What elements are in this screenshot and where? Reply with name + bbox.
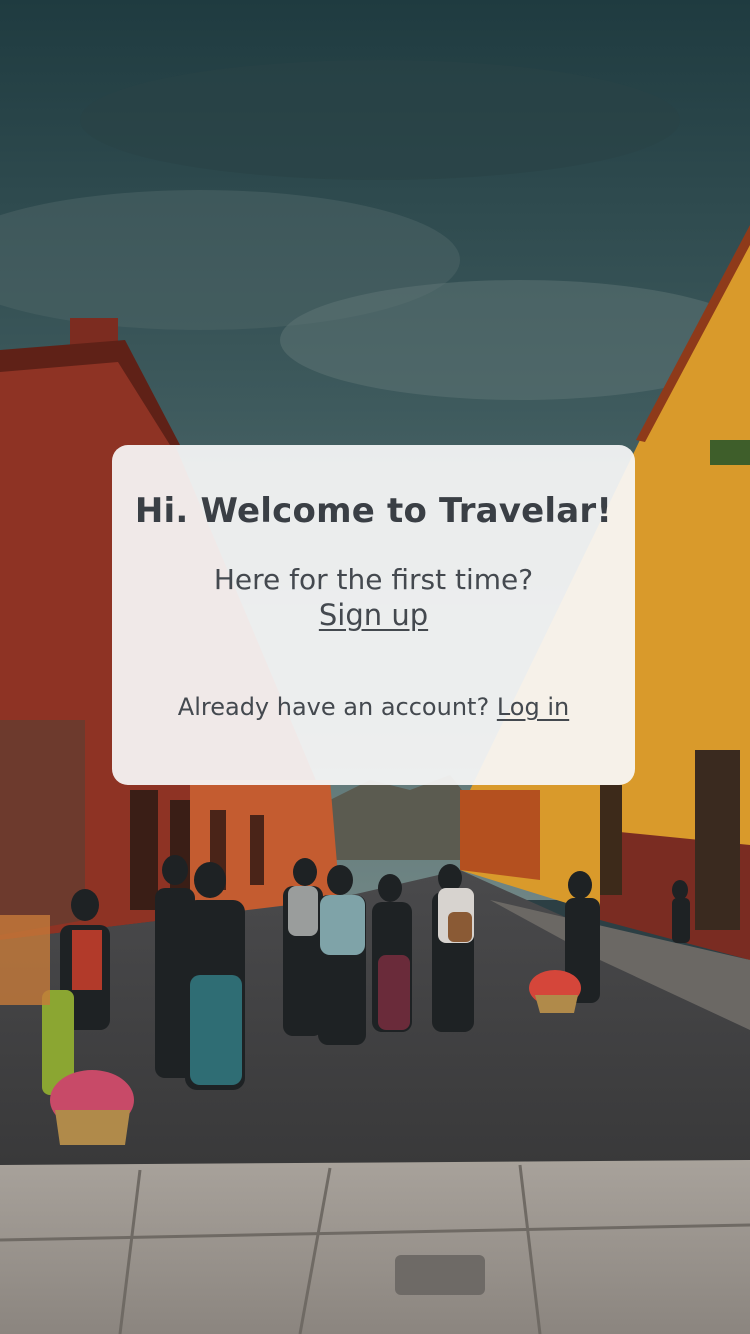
welcome-card: Hi. Welcome to Travelar! Here for the fi… [112, 445, 635, 785]
signup-link[interactable]: Sign up [319, 598, 428, 632]
signup-row: Sign up [112, 598, 635, 632]
login-row: Already have an account? Log in [112, 693, 635, 721]
welcome-screen: Hi. Welcome to Travelar! Here for the fi… [0, 0, 750, 1334]
welcome-title: Hi. Welcome to Travelar! [134, 491, 613, 531]
login-link[interactable]: Log in [497, 693, 569, 721]
first-time-prompt: Here for the first time? [213, 563, 534, 596]
account-prompt: Already have an account? [177, 693, 490, 721]
